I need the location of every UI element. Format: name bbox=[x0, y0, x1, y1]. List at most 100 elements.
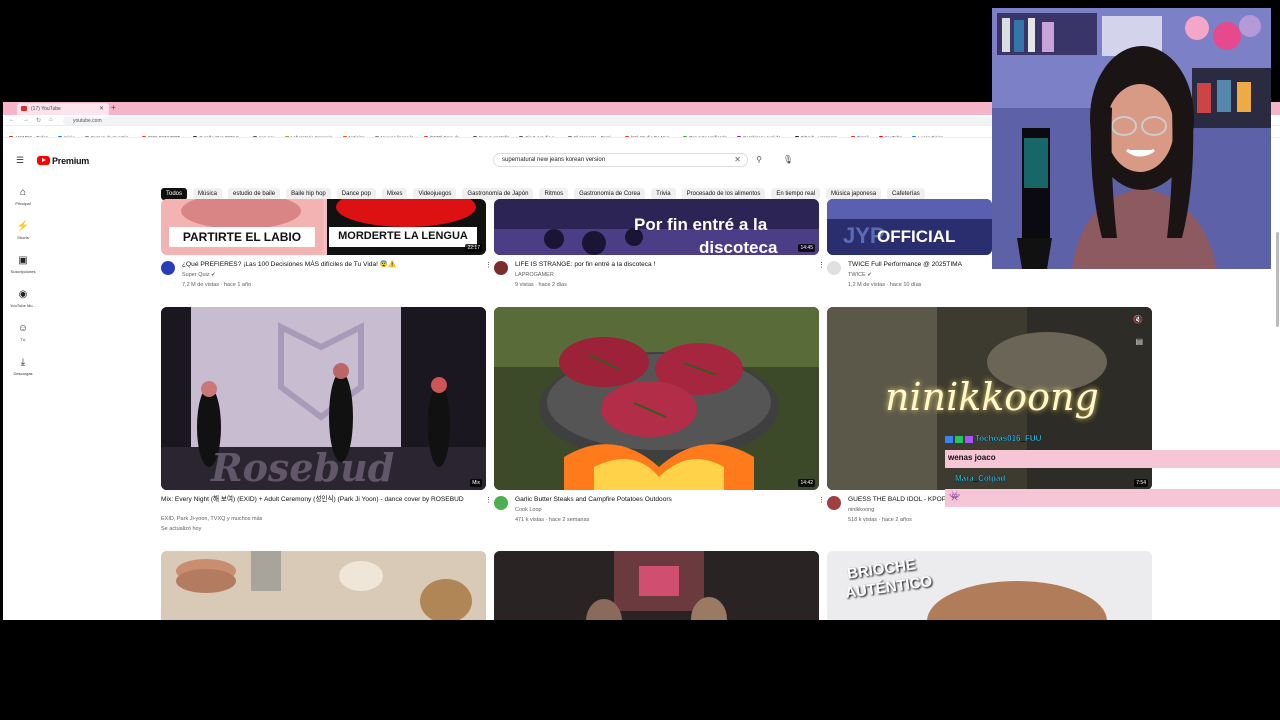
more-options-icon[interactable]: ⋮ bbox=[485, 496, 492, 504]
channel-avatar[interactable] bbox=[494, 496, 508, 510]
new-tab-icon[interactable]: + bbox=[111, 103, 116, 112]
home-icon: ⌂ bbox=[19, 187, 27, 198]
sidebar-item-label: Shorts bbox=[17, 235, 29, 240]
webcam-overlay bbox=[992, 8, 1271, 269]
video-thumbnail-twice[interactable]: JYP OFFICIAL bbox=[827, 199, 992, 255]
sidebar-item-home[interactable]: ⌂ Principal bbox=[3, 185, 43, 219]
thumb-caption-right: MORDERTE LA LENGUA bbox=[338, 230, 468, 242]
sidebar-item-label: Principal bbox=[15, 201, 31, 206]
channel-name[interactable]: TWICE ✔ bbox=[848, 272, 872, 278]
sidebar-item-shorts[interactable]: ⚡ Shorts bbox=[3, 219, 43, 253]
youtube-favicon-icon bbox=[21, 106, 27, 111]
chat-username: Tochoas016_FUU bbox=[974, 434, 1042, 443]
music-icon: ◉ bbox=[18, 289, 28, 300]
url-field[interactable]: youtube.com bbox=[63, 117, 993, 125]
video-thumbnail-lifeisstrange[interactable]: Por fin entré a la discoteca 14:45 bbox=[494, 199, 819, 255]
chat-username-row-2: Mara_Colpad bbox=[955, 474, 1035, 487]
download-icon: ⤓ bbox=[20, 357, 26, 368]
webcam-scene bbox=[992, 8, 1271, 269]
more-options-icon[interactable]: ⋮ bbox=[818, 496, 825, 504]
chat-message-text: wenas joaco bbox=[948, 453, 996, 462]
video-title[interactable]: LIFE IS STRANGE: por fin entré a la disc… bbox=[515, 261, 815, 269]
video-stats: 7,2 M de vistas · hace 1 año bbox=[182, 282, 252, 288]
search-icon[interactable]: ⚲ bbox=[748, 153, 770, 167]
theater-thumb-art bbox=[494, 551, 819, 620]
video-meta-twice: TWICE Full Performance @ 2025TIMA TWICE … bbox=[827, 261, 987, 291]
video-stats: 518 k vistas · hace 2 años bbox=[848, 517, 912, 523]
chat-username: Mara_Colpad bbox=[955, 474, 1006, 483]
sidebar-item-music[interactable]: ◉ YouTube Mu... bbox=[3, 287, 43, 321]
kitchen-thumb-art bbox=[161, 551, 486, 620]
video-stats: 1,2 M de vistas · hace 10 días bbox=[848, 282, 922, 288]
microphone-icon[interactable]: 🎙 bbox=[781, 153, 795, 167]
sidebar-item-you[interactable]: ☺ Tú bbox=[3, 321, 43, 355]
youtube-logo[interactable]: Premium bbox=[37, 155, 89, 166]
chat-message-2: 👾 bbox=[945, 489, 1280, 507]
video-title[interactable]: Mix: Every Night (해 보여) (EXID) + Adult C… bbox=[161, 496, 471, 504]
channel-avatar[interactable] bbox=[827, 261, 841, 275]
chat-badge-icon bbox=[945, 435, 953, 443]
channel-avatar[interactable] bbox=[494, 261, 508, 275]
filter-chips: Todos Música estudio de baile Baile hip hop… bbox=[161, 182, 931, 200]
channel-name[interactable]: ninikkoong bbox=[848, 507, 874, 513]
scrollbar-thumb[interactable] bbox=[1276, 232, 1279, 327]
thumb-caption: OFFICIAL bbox=[877, 227, 956, 246]
video-thumbnail-kitchen[interactable] bbox=[161, 551, 486, 620]
quiz-thumb-art bbox=[161, 199, 486, 255]
thumb-caption-bottom: discoteca bbox=[699, 238, 778, 255]
browser-tab[interactable]: (17) YouTube ✕ bbox=[17, 103, 109, 115]
video-meta-steaks: Garlic Butter Steaks and Campfire Potato… bbox=[494, 496, 825, 526]
sidebar: ⌂ Principal ⚡ Shorts ▣ Suscripciones ◉ YouTube … bbox=[3, 185, 43, 389]
chat-message: wenas joaco bbox=[945, 450, 1280, 468]
you-icon: ☺ bbox=[17, 323, 29, 334]
captions-icon[interactable]: ▤ bbox=[1135, 337, 1143, 346]
video-thumbnail-rosebud[interactable]: Rosebud Mix bbox=[161, 307, 486, 490]
sidebar-item-download[interactable]: ⤓ Descargas bbox=[3, 355, 43, 389]
video-stats: Se actualizó hoy bbox=[161, 526, 202, 532]
video-stats: 471 k vistas · hace 2 semanas bbox=[515, 517, 590, 523]
sidebar-item-label: Descargas bbox=[13, 371, 33, 376]
search-input[interactable]: supernatural new jeans korean version ✕ bbox=[493, 153, 748, 167]
video-meta-quiz: ¿Qué PREFIERES? ¡Las 100 Decisiones MÁS … bbox=[161, 261, 492, 291]
subscriptions-icon: ▣ bbox=[18, 255, 28, 266]
forward-icon[interactable]: → bbox=[23, 117, 29, 123]
more-options-icon[interactable]: ⋮ bbox=[818, 261, 825, 269]
thumb-script-title: ninikkoong bbox=[885, 375, 1099, 419]
home-nav-icon[interactable]: ⌂ bbox=[49, 117, 53, 123]
channel-name[interactable]: LAPROGAMER bbox=[515, 272, 554, 278]
clear-search-icon[interactable]: ✕ bbox=[734, 155, 741, 164]
video-meta-rosebud: Mix: Every Night (해 보여) (EXID) + Adult C… bbox=[161, 496, 492, 536]
chat-username-row: Tochoas016_FUU bbox=[945, 434, 1075, 447]
sidebar-item-label: Tú bbox=[20, 337, 26, 342]
sidebar-item-label: Suscripciones bbox=[10, 269, 36, 274]
channel-name[interactable]: EXID, Park Ji-yoon, TVXQ y muchos más bbox=[161, 516, 262, 522]
back-icon[interactable]: ← bbox=[9, 117, 15, 123]
sidebar-item-subscriptions[interactable]: ▣ Suscripciones bbox=[3, 253, 43, 287]
video-title[interactable]: ¿Qué PREFIERES? ¡Las 100 Decisiones MÁS … bbox=[182, 261, 482, 269]
mix-badge: Mix bbox=[470, 479, 482, 487]
channel-avatar[interactable] bbox=[827, 496, 841, 510]
video-thumbnail-steaks[interactable]: 14:42 bbox=[494, 307, 819, 490]
channel-name[interactable]: Cook Loop bbox=[515, 507, 542, 513]
mute-icon[interactable]: 🔇 bbox=[1133, 315, 1143, 324]
sidebar-item-label: YouTube Mu... bbox=[10, 303, 36, 308]
chat-badge-icon bbox=[954, 435, 963, 443]
shorts-icon: ⚡ bbox=[16, 221, 30, 232]
close-tab-icon[interactable]: ✕ bbox=[99, 105, 104, 112]
logo-word: Premium bbox=[52, 155, 90, 166]
video-thumbnail-quiz[interactable]: PARTIRTE EL LABIO MORDERTE LA LENGUA 22:… bbox=[161, 199, 486, 255]
search-value: supernatural new jeans korean version bbox=[502, 157, 606, 163]
video-title[interactable]: Garlic Butter Steaks and Campfire Potato… bbox=[515, 496, 815, 504]
video-meta-lifeisstrange: LIFE IS STRANGE: por fin entré a la disc… bbox=[494, 261, 825, 291]
reload-icon[interactable]: ↻ bbox=[36, 117, 41, 124]
channel-name[interactable]: Super Quiz ✔ bbox=[182, 272, 216, 278]
video-title[interactable]: TWICE Full Performance @ 2025TIMA bbox=[848, 261, 988, 269]
video-thumbnail-brioche[interactable]: BRIOCHE AUTÉNTICO bbox=[827, 551, 1152, 620]
menu-icon[interactable]: ☰ bbox=[16, 155, 24, 166]
video-duration: 22:17 bbox=[465, 244, 482, 252]
more-options-icon[interactable]: ⋮ bbox=[485, 261, 492, 269]
video-thumbnail-theater[interactable] bbox=[494, 551, 819, 620]
tab-title: (17) YouTube bbox=[31, 106, 61, 112]
channel-avatar[interactable] bbox=[161, 261, 175, 275]
thumb-watermark: Rosebud bbox=[211, 445, 395, 490]
